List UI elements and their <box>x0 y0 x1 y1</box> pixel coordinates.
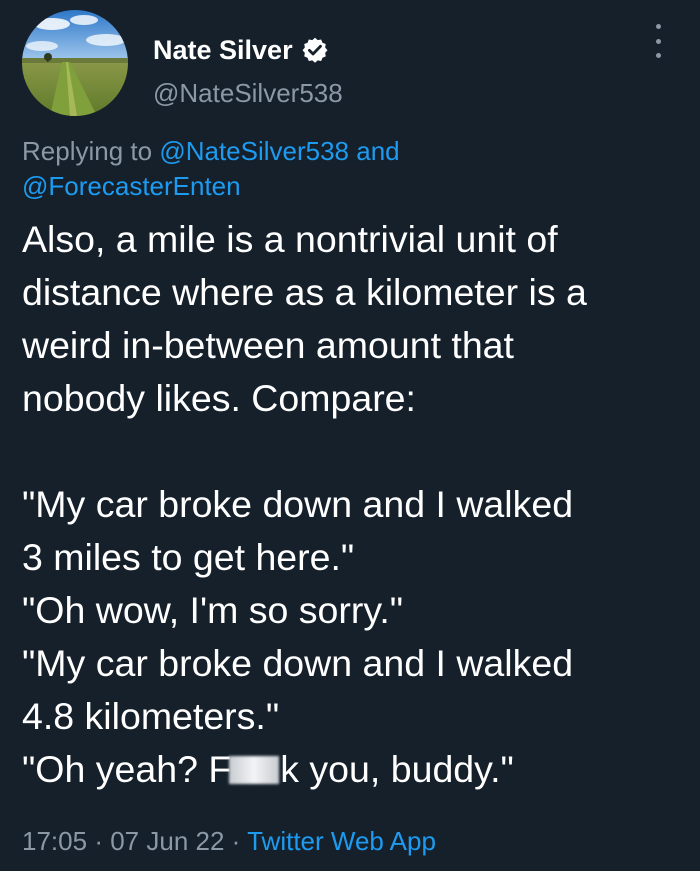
tweet-line-censored: "Oh yeah? F k you, buddy." <box>22 743 682 796</box>
tweet-line: "Oh wow, I'm so sorry." <box>22 589 404 631</box>
tweet-line: 4.8 kilometers." <box>22 695 280 737</box>
author-name-row: Nate Silver <box>153 36 329 64</box>
replying-to-label: Replying to <box>22 136 153 166</box>
more-options-icon[interactable] <box>654 24 662 58</box>
verified-badge-icon <box>301 36 329 64</box>
meta-separator: · <box>231 826 241 856</box>
paragraph-break <box>22 425 682 478</box>
replying-to: Replying to @NateSilver538 and @Forecast… <box>22 134 662 204</box>
mention-link[interactable]: @NateSilver538 <box>159 136 349 166</box>
meta-separator: · <box>94 826 103 856</box>
tweet-line: 3 miles to get here." <box>22 536 355 578</box>
tweet-text-part: k you, buddy." <box>280 748 514 790</box>
mention-conjunction[interactable]: and <box>356 136 399 166</box>
tweet-line: "My car broke down and I walked <box>22 642 574 684</box>
mention-link[interactable]: @ForecasterEnten <box>22 171 241 201</box>
tweet-line: "My car broke down and I walked <box>22 483 574 525</box>
author-handle[interactable]: @NateSilver538 <box>153 80 343 106</box>
tweet-line: Also, a mile is a nontrivial unit of <box>22 218 558 260</box>
author-name[interactable]: Nate Silver <box>153 36 293 64</box>
censor-blur <box>229 756 280 784</box>
tweet-text: Also, a mile is a nontrivial unit of dis… <box>22 213 682 796</box>
avatar[interactable] <box>22 10 128 116</box>
tweet-text-part: "Oh yeah? F <box>22 748 232 790</box>
tweet-source-link[interactable]: Twitter Web App <box>247 826 436 856</box>
tweet-line: distance where as a kilometer is a <box>22 271 587 313</box>
tweet-date[interactable]: 07 Jun 22 <box>110 826 224 856</box>
tweet-header: Nate Silver @NateSilver538 <box>22 10 680 116</box>
tweet-line: nobody likes. Compare: <box>22 377 416 419</box>
tweet-line: weird in-between amount that <box>22 324 514 366</box>
tweet-time[interactable]: 17:05 <box>22 826 87 856</box>
tweet-meta: 17:05 · 07 Jun 22 · Twitter Web App <box>22 826 436 856</box>
